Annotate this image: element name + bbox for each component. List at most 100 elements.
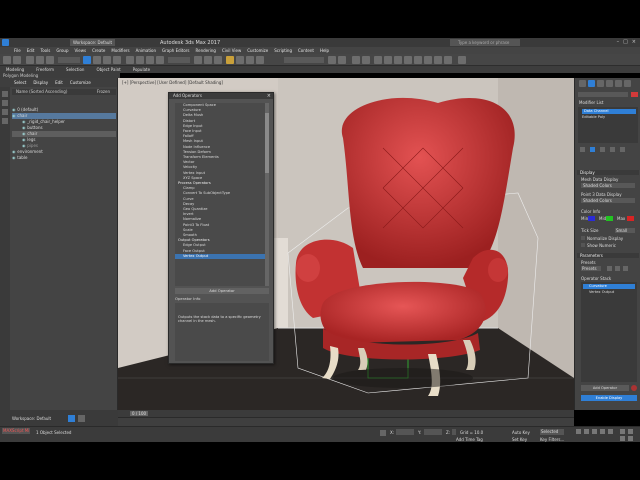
load-preset-icon[interactable]	[615, 266, 620, 271]
mesh-data-dropdown[interactable]: Shaded Colors	[581, 183, 635, 188]
display-tab-icon[interactable]	[615, 80, 622, 87]
dialog-title[interactable]: Add Operators	[169, 93, 273, 99]
close-icon[interactable]: ×	[632, 39, 636, 45]
selection-filter-dropdown[interactable]	[58, 57, 80, 63]
filter-geometry-icon[interactable]	[2, 91, 8, 97]
x-coord-field[interactable]	[396, 429, 414, 435]
spinner-snap-icon[interactable]	[256, 56, 264, 64]
menu-group[interactable]: Group	[56, 48, 68, 53]
mirror-icon[interactable]	[328, 56, 336, 64]
keyboard-shortcut-icon[interactable]	[214, 56, 222, 64]
layer-toggle-icon[interactable]	[78, 415, 85, 422]
orbit-icon[interactable]	[628, 429, 633, 434]
point3-dropdown[interactable]: Shaded Colors	[581, 198, 635, 203]
explorer-menu-customize[interactable]: Customize	[70, 80, 91, 85]
max-color-swatch[interactable]	[627, 216, 634, 221]
column-frozen[interactable]: Frozen	[97, 89, 110, 95]
add-operator-panel-button[interactable]: Add Operator	[581, 385, 629, 391]
motion-tab-icon[interactable]	[606, 80, 613, 87]
redo-icon[interactable]	[13, 56, 21, 64]
operator-stack-list[interactable]: Curvature Vertex Output	[581, 282, 637, 382]
parameters-rollout[interactable]: Parameters	[577, 253, 639, 258]
layer-manager-icon[interactable]	[362, 56, 370, 64]
time-slider[interactable]: 0 / 100	[118, 410, 574, 417]
menu-tools[interactable]: Tools	[40, 48, 50, 53]
bind-space-warp-icon[interactable]	[46, 56, 54, 64]
schematic-view-icon[interactable]	[394, 56, 402, 64]
menu-animation[interactable]: Animation	[136, 48, 156, 53]
prev-frame-icon[interactable]	[584, 429, 589, 434]
graphite-toggle-icon[interactable]	[374, 56, 382, 64]
min-color-swatch[interactable]	[588, 216, 595, 221]
tab-populate[interactable]: Populate	[133, 67, 150, 72]
remove-modifier-icon[interactable]	[610, 147, 615, 152]
pivot-center-icon[interactable]	[194, 56, 202, 64]
filter-shapes-icon[interactable]	[2, 100, 8, 106]
project-folder-icon[interactable]	[458, 56, 466, 64]
tick-size-dropdown[interactable]: Small	[615, 228, 635, 233]
delete-operator-icon[interactable]	[631, 385, 637, 391]
select-by-name-icon[interactable]	[93, 56, 101, 64]
maximize-icon[interactable]: □	[623, 39, 628, 45]
tab-modeling[interactable]: Modeling	[6, 67, 24, 72]
menu-file[interactable]: File	[14, 48, 21, 53]
track-bar[interactable]	[118, 417, 574, 426]
utilities-tab-icon[interactable]	[624, 80, 631, 87]
selected-dropdown[interactable]: Selected	[540, 429, 564, 435]
display-rollout[interactable]: Display	[577, 170, 639, 175]
enable-display-button[interactable]: Enable Display	[581, 395, 637, 401]
tree-row-table[interactable]: ◉ table	[12, 155, 116, 161]
auto-key-button[interactable]: Auto Key	[512, 430, 530, 435]
make-unique-icon[interactable]	[600, 147, 605, 152]
y-coord-field[interactable]	[424, 429, 442, 435]
unlink-icon[interactable]	[36, 56, 44, 64]
app-icon[interactable]	[2, 39, 9, 46]
operator-stack-item-curvature[interactable]: Curvature	[583, 284, 635, 289]
add-operator-button[interactable]: Add Operator	[175, 288, 269, 294]
reference-coord-dropdown[interactable]	[168, 57, 190, 63]
operator-list[interactable]: Component Space Curvature Delta Mush Dis…	[175, 103, 265, 286]
search-input[interactable]: Type a keyword or phrase	[450, 39, 520, 46]
object-name-field[interactable]	[578, 92, 628, 97]
a360-render-icon[interactable]	[444, 56, 452, 64]
pin-stack-icon[interactable]	[580, 147, 585, 152]
render-icon[interactable]	[434, 56, 442, 64]
explorer-menu-edit[interactable]: Edit	[55, 80, 63, 85]
menu-create[interactable]: Create	[92, 48, 105, 53]
menu-modifiers[interactable]: Modifiers	[111, 48, 129, 53]
tab-object-paint[interactable]: Object Paint	[96, 67, 120, 72]
snap-toggle-icon[interactable]	[226, 56, 234, 64]
select-object-icon[interactable]	[83, 56, 91, 64]
explorer-toggle-icon[interactable]	[68, 415, 75, 422]
window-crossing-icon[interactable]	[113, 56, 121, 64]
dialog-close-icon[interactable]: ×	[267, 93, 271, 99]
workspace-selector[interactable]: Workspace: Default	[12, 416, 51, 421]
modifier-list-dropdown[interactable]: Modifier List	[579, 100, 603, 105]
chair-seat[interactable]	[320, 281, 486, 343]
select-manipulate-icon[interactable]	[204, 56, 212, 64]
explorer-menu-select[interactable]: Select	[14, 80, 26, 85]
viewport-label[interactable]: [+] [Perspective] [User Defined] [Defaul…	[122, 80, 223, 85]
menu-rendering[interactable]: Rendering	[196, 48, 216, 53]
move-icon[interactable]	[126, 56, 134, 64]
explorer-column-header[interactable]: Name (Sorted Ascending) Frozen	[12, 89, 116, 95]
render-setup-icon[interactable]	[414, 56, 422, 64]
menu-scripting[interactable]: Scripting	[274, 48, 292, 53]
column-name[interactable]: Name (Sorted Ascending)	[16, 89, 67, 94]
material-editor-icon[interactable]	[404, 56, 412, 64]
placement-icon[interactable]	[156, 56, 164, 64]
delete-preset-icon[interactable]	[623, 266, 628, 271]
rotate-icon[interactable]	[136, 56, 144, 64]
next-frame-icon[interactable]	[600, 429, 605, 434]
menu-civil-view[interactable]: Civil View	[222, 48, 241, 53]
pan-icon[interactable]	[620, 436, 625, 441]
explorer-menu-display[interactable]: Display	[33, 80, 48, 85]
angle-snap-icon[interactable]	[236, 56, 244, 64]
modify-tab-icon[interactable]	[588, 80, 595, 87]
link-icon[interactable]	[26, 56, 34, 64]
curve-editor-icon[interactable]	[384, 56, 392, 64]
modifier-stack[interactable]: Data Channel Editable Poly	[578, 107, 638, 143]
go-to-start-icon[interactable]	[576, 429, 581, 434]
workspace-label[interactable]: Workspace: Default	[70, 39, 116, 46]
operator-list-scrollbar[interactable]	[265, 103, 269, 286]
